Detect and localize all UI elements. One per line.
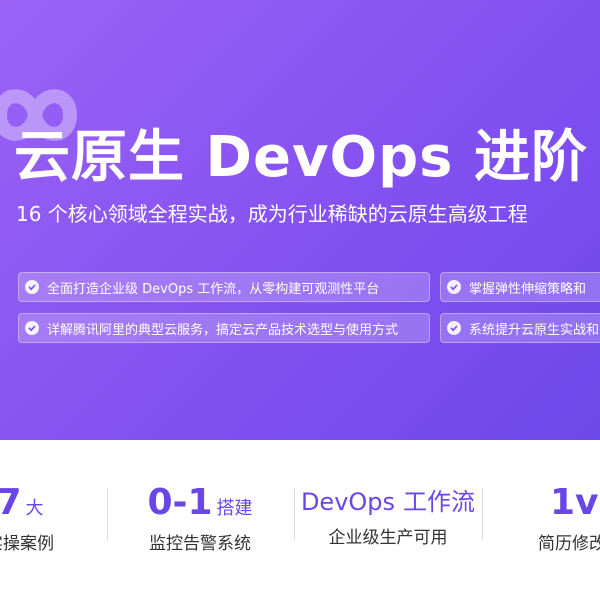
stat-number: 7 — [0, 482, 22, 523]
stat-resume: 1v1 简历修改 — [520, 482, 600, 554]
feature-item: 全面打造企业级 DevOps 工作流，从零构建可观测性平台 — [18, 272, 430, 302]
stat-unit: 搭建 — [216, 498, 253, 519]
stat-desc: 监控告警系统 — [149, 534, 251, 554]
stat-monitor: 0-1 搭建 监控告警系统 — [110, 482, 290, 554]
stat-desc: 简历修改 — [538, 534, 600, 554]
stat-unit: 大 — [25, 498, 44, 519]
stat-number: DevOps — [300, 488, 396, 516]
feature-label: 系统提升云原生实战和 — [469, 322, 600, 338]
feature-label: 详解腾讯阿里的典型云服务，搞定云产品技术选型与使用方式 — [47, 322, 399, 338]
check-icon — [25, 280, 39, 294]
stat-number: 1v1 — [550, 482, 600, 523]
feature-item: 系统提升云原生实战和 — [440, 313, 600, 343]
stats-divider — [294, 488, 295, 540]
stats-divider — [482, 488, 483, 540]
stat-cases: 7大 实操案例 — [0, 482, 110, 554]
feature-item: 掌握弹性伸缩策略和 — [440, 272, 600, 302]
hero-title: 云原生 DevOps 进阶 — [14, 125, 588, 190]
stat-number: 0-1 — [147, 482, 213, 523]
check-icon — [447, 280, 461, 294]
stats-divider — [107, 488, 108, 540]
check-icon — [447, 321, 461, 335]
feature-label: 全面打造企业级 DevOps 工作流，从零构建可观测性平台 — [47, 281, 380, 297]
stat-desc: 企业级生产可用 — [328, 528, 448, 548]
stat-devops: DevOps 工作流 企业级生产可用 — [298, 482, 478, 548]
feature-item: 详解腾讯阿里的典型云服务，搞定云产品技术选型与使用方式 — [18, 313, 430, 343]
stats-bar: 7大 实操案例 0-1搭建 监控告警系统 DevOps工作流 企业级生产可用 1… — [0, 440, 600, 600]
hero-subtitle: 16 个核心领域全程实战，成为行业稀缺的云原生高级工程 — [16, 202, 528, 226]
check-icon — [25, 321, 39, 335]
hero-banner: 云原生 DevOps 进阶 16 个核心领域全程实战，成为行业稀缺的云原生高级工… — [0, 0, 600, 440]
feature-label: 掌握弹性伸缩策略和 — [469, 281, 587, 297]
stat-unit: 工作流 — [403, 488, 476, 516]
stat-desc: 实操案例 — [0, 534, 54, 554]
